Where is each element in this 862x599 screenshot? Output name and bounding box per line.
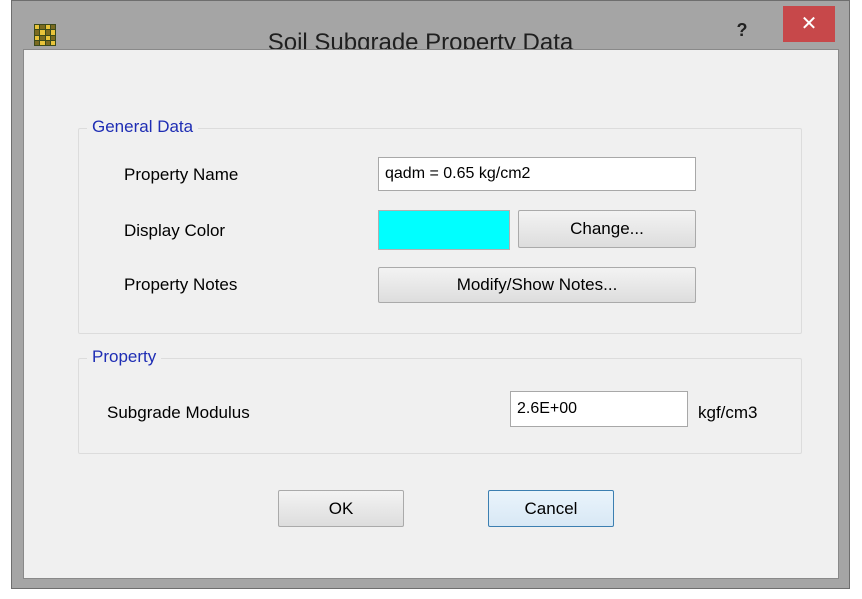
property-title: Property bbox=[87, 347, 162, 367]
dialog-client-area: General Data Property Name Display Color… bbox=[23, 49, 839, 579]
ok-button[interactable]: OK bbox=[278, 490, 404, 527]
subgrade-modulus-input[interactable] bbox=[510, 391, 688, 427]
close-button[interactable]: ✕ bbox=[783, 6, 835, 42]
change-color-button[interactable]: Change... bbox=[518, 210, 696, 248]
property-name-label: Property Name bbox=[124, 165, 239, 184]
general-data-group: General Data Property Name Display Color… bbox=[78, 117, 802, 334]
cancel-button[interactable]: Cancel bbox=[488, 490, 614, 527]
general-data-title: General Data bbox=[87, 117, 199, 137]
subgrade-modulus-label: Subgrade Modulus bbox=[107, 403, 250, 422]
close-icon: ✕ bbox=[800, 13, 818, 35]
modify-notes-button[interactable]: Modify/Show Notes... bbox=[378, 267, 696, 303]
title-bar[interactable]: Soil Subgrade Property Data ? ✕ bbox=[12, 1, 849, 56]
dialog-window: Soil Subgrade Property Data ? ✕ General … bbox=[11, 0, 850, 589]
display-color-swatch[interactable] bbox=[378, 210, 510, 250]
property-name-input[interactable] bbox=[378, 157, 696, 191]
help-icon[interactable]: ? bbox=[728, 19, 756, 41]
subgrade-modulus-unit: kgf/cm3 bbox=[698, 403, 758, 422]
property-group: Property Subgrade Modulus kgf/cm3 bbox=[78, 347, 802, 454]
property-notes-label: Property Notes bbox=[124, 275, 238, 294]
display-color-label: Display Color bbox=[124, 221, 226, 240]
